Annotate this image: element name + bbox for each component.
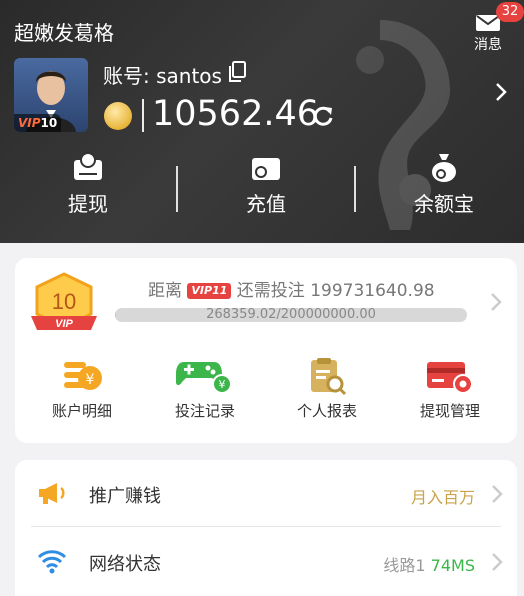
chevron-right-icon [492,485,503,503]
latency-value: 74MS [430,556,475,575]
profile-header: 超嫩发葛格 消息 32 VIP10 账号: santos 10562.46 提现… [0,0,524,243]
coin-icon [104,102,132,130]
yuebao-label: 余额宝 [414,192,474,216]
divider [31,526,501,527]
svg-text:VIP: VIP [55,318,73,330]
yuebao-button[interactable]: 余额宝 [384,150,504,217]
avatar-vip-tag: VIP10 [14,114,62,132]
chevron-right-icon[interactable] [490,292,502,312]
withdraw-button[interactable]: 提现 [28,150,148,217]
withdraw-manage-button[interactable]: 提现管理 [395,356,505,421]
withdraw-manage-label: 提现管理 [419,402,480,420]
copy-icon[interactable] [228,61,246,83]
menu-label: 网络状态 [89,554,161,575]
menu-value: 月入百万 [410,488,475,507]
messages-button[interactable]: 消息 32 [468,2,524,54]
bet-record-button[interactable]: ¥ 投注记录 [150,356,260,421]
header-actions: 提现 充值 余额宝 [0,150,524,230]
gamepad-icon: ¥ [176,362,232,394]
vip-level-badge-icon: 10 VIP [31,272,97,330]
balance-separator [142,99,144,132]
svg-text:10: 10 [52,289,76,314]
menu-card: 推广赚钱 月入百万 网络状态 线路1 74MS [15,460,517,596]
wifi-icon [37,550,67,574]
withdraw-icon [74,152,102,180]
next-level-tag: VIP11 [187,283,232,299]
messages-label: 消息 [474,37,502,53]
line-label: 线路1 [383,556,426,575]
wallet-icon [252,158,280,180]
network-status: 线路1 74MS [383,552,475,576]
card-settings-icon [427,362,473,394]
profile-arrow-icon[interactable] [494,82,508,102]
balance-amount: 10562.46 [152,94,320,134]
menu-label: 推广赚钱 [89,486,161,507]
bet-record-label: 投注记录 [174,402,235,420]
account-label: 账号: santos [103,64,222,88]
personal-report-label: 个人报表 [296,402,357,420]
vip-progress-text: 268359.02/200000000.00 [206,308,376,322]
unread-count-badge: 32 [496,2,524,22]
quick-tools: ¥ 账户明细 ¥ 投注记录 个人报表 提现管理 [15,356,517,426]
account-detail-button[interactable]: ¥ 账户明细 [27,356,137,421]
personal-report-button[interactable]: 个人报表 [272,356,382,421]
svg-text:¥: ¥ [219,378,226,391]
next-level-requirement: 距离 VIP11 还需投注 199731640.98 [148,281,435,301]
megaphone-icon [39,483,65,504]
action-divider [354,166,356,212]
menu-row-promotion[interactable]: 推广赚钱 月入百万 [15,460,517,527]
account-detail-icon: ¥ [64,362,102,390]
vip-card: 10 VIP 距离 VIP11 还需投注 199731640.98 268359… [15,258,517,443]
report-icon [311,358,347,396]
refresh-icon[interactable] [311,104,335,128]
vip-progress-bar: 268359.02/200000000.00 [115,308,467,322]
action-divider [176,166,178,212]
withdraw-label: 提现 [68,192,108,216]
app-title: 超嫩发葛格 [14,21,114,45]
deposit-label: 充值 [246,192,286,216]
money-bag-icon [432,154,456,182]
svg-text:¥: ¥ [86,372,95,388]
chevron-right-icon [492,553,503,571]
menu-row-network[interactable]: 网络状态 线路1 74MS [15,528,517,594]
deposit-button[interactable]: 充值 [206,150,326,217]
account-detail-label: 账户明细 [51,402,112,420]
avatar[interactable]: VIP10 [14,58,88,132]
